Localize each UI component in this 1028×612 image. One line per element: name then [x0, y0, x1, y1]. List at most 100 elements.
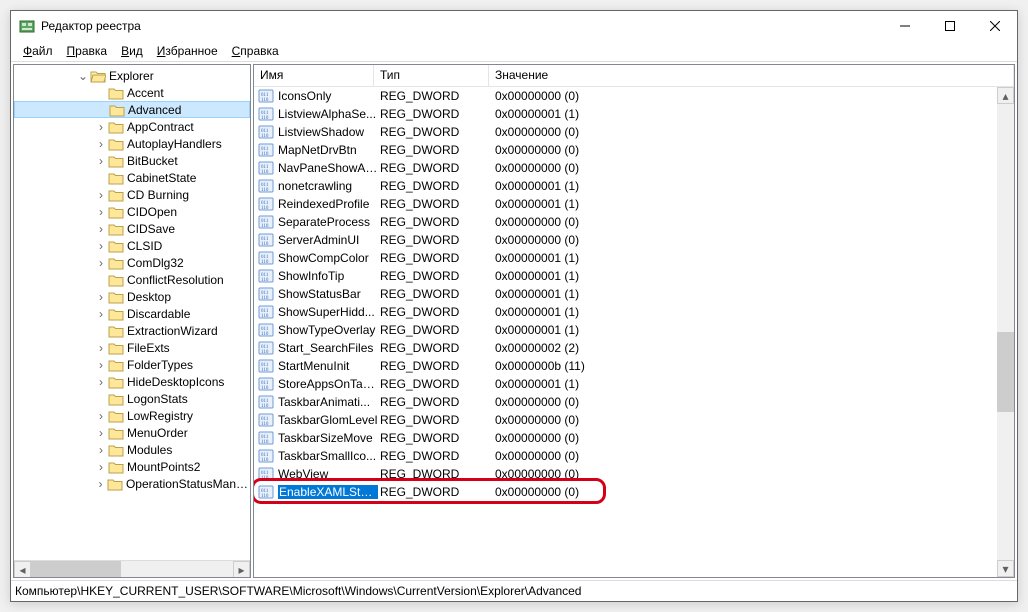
- chevron-right-icon[interactable]: ›: [94, 409, 108, 423]
- menu-favorites[interactable]: Избранное: [151, 43, 224, 59]
- col-name[interactable]: Имя: [254, 65, 374, 86]
- value-row[interactable]: 011 110 StartMenuInitREG_DWORD0x0000000b…: [254, 357, 1014, 375]
- tree-item[interactable]: › AutoplayHandlers: [14, 135, 250, 152]
- menu-view[interactable]: Вид: [115, 43, 149, 59]
- tree-item[interactable]: ConflictResolution: [14, 271, 250, 288]
- close-button[interactable]: [972, 12, 1017, 41]
- chevron-right-icon[interactable]: ›: [94, 358, 108, 372]
- value-row[interactable]: 011 110 TaskbarAnimati...REG_DWORD0x0000…: [254, 393, 1014, 411]
- chevron-right-icon[interactable]: ›: [94, 239, 108, 253]
- tree-item[interactable]: › CIDSave: [14, 220, 250, 237]
- tree-item[interactable]: › FolderTypes: [14, 356, 250, 373]
- value-row[interactable]: 011 110 TaskbarSizeMoveREG_DWORD0x000000…: [254, 429, 1014, 447]
- tree-hscrollbar[interactable]: ◂ ▸: [14, 560, 250, 577]
- chevron-right-icon[interactable]: ›: [94, 256, 108, 270]
- chevron-right-icon[interactable]: ›: [94, 341, 108, 355]
- col-value[interactable]: Значение: [489, 65, 1014, 86]
- tree-item[interactable]: CabinetState: [14, 169, 250, 186]
- chevron-down-icon[interactable]: ⌄: [76, 69, 90, 83]
- scroll-left-icon[interactable]: ◂: [14, 561, 31, 578]
- value-row[interactable]: 011 110 StoreAppsOnTas...REG_DWORD0x0000…: [254, 375, 1014, 393]
- value-data: 0x00000001 (1): [493, 305, 1014, 319]
- menu-file[interactable]: Файл: [17, 43, 59, 59]
- chevron-right-icon[interactable]: ›: [94, 477, 107, 491]
- maximize-button[interactable]: [927, 12, 972, 41]
- value-row[interactable]: 011 110 ShowStatusBarREG_DWORD0x00000001…: [254, 285, 1014, 303]
- scroll-thumb[interactable]: [31, 561, 121, 577]
- value-row[interactable]: 011 110 ListviewShadowREG_DWORD0x0000000…: [254, 123, 1014, 141]
- chevron-right-icon[interactable]: ›: [94, 443, 108, 457]
- value-row[interactable]: 011 110 ShowInfoTipREG_DWORD0x00000001 (…: [254, 267, 1014, 285]
- chevron-right-icon[interactable]: ›: [94, 307, 108, 321]
- menu-edit[interactable]: Правка: [61, 43, 114, 59]
- chevron-right-icon[interactable]: ›: [94, 205, 108, 219]
- value-row[interactable]: 011 110 EnableXAMLStar...REG_DWORD0x0000…: [254, 483, 1014, 501]
- svg-text:110: 110: [261, 440, 269, 445]
- tree-pane[interactable]: ⌄ Explorer Accent Advanced› AppContract›…: [13, 64, 251, 578]
- value-row[interactable]: 011 110 ServerAdminUIREG_DWORD0x00000000…: [254, 231, 1014, 249]
- scroll-up-icon[interactable]: ▴: [997, 87, 1014, 104]
- chevron-right-icon[interactable]: ›: [94, 120, 108, 134]
- tree-item[interactable]: LogonStats: [14, 390, 250, 407]
- tree-item[interactable]: ExtractionWizard: [14, 322, 250, 339]
- tree-item[interactable]: › LowRegistry: [14, 407, 250, 424]
- tree-item[interactable]: › HideDesktopIcons: [14, 373, 250, 390]
- scroll-down-icon[interactable]: ▾: [997, 560, 1014, 577]
- chevron-right-icon[interactable]: ›: [94, 290, 108, 304]
- titlebar[interactable]: Редактор реестра: [11, 11, 1017, 41]
- column-headers[interactable]: Имя Тип Значение: [254, 65, 1014, 87]
- value-row[interactable]: 011 110 NavPaneShowAl...REG_DWORD0x00000…: [254, 159, 1014, 177]
- scroll-right-icon[interactable]: ▸: [233, 561, 250, 578]
- chevron-right-icon[interactable]: ›: [94, 426, 108, 440]
- value-type: REG_DWORD: [378, 485, 493, 499]
- tree-item[interactable]: › CLSID: [14, 237, 250, 254]
- tree-item[interactable]: › MountPoints2: [14, 458, 250, 475]
- chevron-right-icon[interactable]: ›: [94, 460, 108, 474]
- tree-item[interactable]: › AppContract: [14, 118, 250, 135]
- value-list-pane[interactable]: Имя Тип Значение 011 110 IconsOnlyREG_DW…: [253, 64, 1015, 578]
- col-type[interactable]: Тип: [374, 65, 489, 86]
- tree-item-explorer[interactable]: ⌄ Explorer: [14, 67, 250, 84]
- value-data: 0x00000000 (0): [493, 125, 1014, 139]
- chevron-right-icon[interactable]: ›: [94, 222, 108, 236]
- value-row[interactable]: 011 110 MapNetDrvBtnREG_DWORD0x00000000 …: [254, 141, 1014, 159]
- list-vscrollbar[interactable]: ▴ ▾: [997, 87, 1014, 577]
- tree-item[interactable]: › CIDOpen: [14, 203, 250, 220]
- value-row[interactable]: 011 110 SeparateProcessREG_DWORD0x000000…: [254, 213, 1014, 231]
- chevron-right-icon[interactable]: ›: [94, 188, 108, 202]
- tree-item[interactable]: Advanced: [14, 101, 250, 118]
- value-row[interactable]: 011 110 TaskbarGlomLevelREG_DWORD0x00000…: [254, 411, 1014, 429]
- value-row[interactable]: 011 110 nonetcrawlingREG_DWORD0x00000001…: [254, 177, 1014, 195]
- value-row[interactable]: 011 110 ReindexedProfileREG_DWORD0x00000…: [254, 195, 1014, 213]
- value-row[interactable]: 011 110 ShowCompColorREG_DWORD0x00000001…: [254, 249, 1014, 267]
- scroll-thumb[interactable]: [997, 332, 1014, 412]
- tree-item[interactable]: › MenuOrder: [14, 424, 250, 441]
- value-row[interactable]: 011 110 ShowTypeOverlayREG_DWORD0x000000…: [254, 321, 1014, 339]
- chevron-right-icon[interactable]: ›: [94, 137, 108, 151]
- svg-text:110: 110: [261, 224, 269, 229]
- value-row[interactable]: 011 110 IconsOnlyREG_DWORD0x00000000 (0): [254, 87, 1014, 105]
- tree-item[interactable]: › Desktop: [14, 288, 250, 305]
- tree-item[interactable]: › FileExts: [14, 339, 250, 356]
- value-row[interactable]: 011 110 ListviewAlphaSe...REG_DWORD0x000…: [254, 105, 1014, 123]
- value-data: 0x0000000b (11): [493, 359, 1014, 373]
- app-icon: [19, 18, 35, 34]
- tree-item[interactable]: › OperationStatusManager: [14, 475, 250, 492]
- value-name: ShowSuperHidd...: [278, 305, 378, 319]
- minimize-button[interactable]: [882, 12, 927, 41]
- value-row[interactable]: 011 110 WebViewREG_DWORD0x00000000 (0): [254, 465, 1014, 483]
- tree-item[interactable]: Accent: [14, 84, 250, 101]
- tree-item[interactable]: › CD Burning: [14, 186, 250, 203]
- value-type: REG_DWORD: [378, 449, 493, 463]
- chevron-right-icon[interactable]: ›: [94, 154, 108, 168]
- tree-item[interactable]: › Modules: [14, 441, 250, 458]
- tree-item[interactable]: › BitBucket: [14, 152, 250, 169]
- tree-item[interactable]: › Discardable: [14, 305, 250, 322]
- value-row[interactable]: 011 110 TaskbarSmallIco...REG_DWORD0x000…: [254, 447, 1014, 465]
- chevron-right-icon[interactable]: ›: [94, 375, 108, 389]
- menu-help[interactable]: Справка: [226, 43, 285, 59]
- value-row[interactable]: 011 110 Start_SearchFilesREG_DWORD0x0000…: [254, 339, 1014, 357]
- tree-item[interactable]: › ComDlg32: [14, 254, 250, 271]
- value-row[interactable]: 011 110 ShowSuperHidd...REG_DWORD0x00000…: [254, 303, 1014, 321]
- value-type: REG_DWORD: [378, 143, 493, 157]
